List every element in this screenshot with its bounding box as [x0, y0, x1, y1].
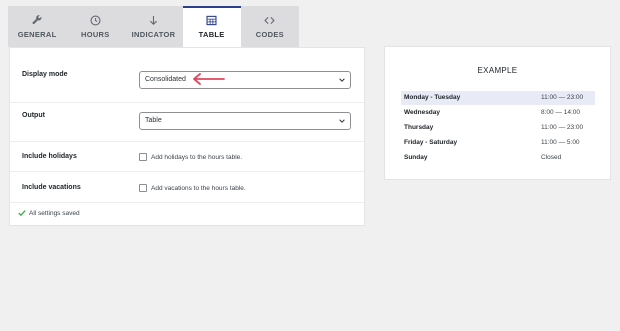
tab-general[interactable]: GENERAL [8, 6, 66, 47]
hours-day: Monday - Tuesday [404, 94, 461, 101]
hours-row: Sunday Closed [401, 151, 595, 165]
code-icon [264, 17, 276, 24]
hours-row: Thursday 11:00 — 23:00 [401, 121, 595, 135]
tab-label: INDICATOR [131, 30, 176, 39]
tab-label: TABLE [198, 30, 225, 39]
tab-table[interactable]: TABLE [182, 6, 241, 47]
include-vacations-option[interactable]: Add vacations to the hours table. [139, 184, 246, 192]
include-holidays-label: Include holidays [22, 153, 77, 160]
display-mode-value: Consolidated [145, 76, 186, 83]
settings-panel: Display mode Consolidated Output Table I… [9, 47, 365, 226]
hours-day: Friday - Saturday [404, 139, 458, 146]
output-select[interactable]: Table [139, 112, 351, 130]
include-vacations-checkbox[interactable] [139, 184, 147, 192]
save-status: All settings saved [18, 209, 80, 217]
output-label: Output [22, 112, 45, 119]
hours-time: Closed [541, 154, 562, 161]
clock-icon [90, 15, 101, 26]
hours-time: 11:00 — 23:00 [541, 124, 584, 131]
tab-label: CODES [255, 30, 284, 39]
hours-time: 11:00 — 5:00 [541, 139, 580, 146]
output-value: Table [145, 117, 162, 124]
hours-day: Wednesday [404, 109, 441, 116]
checkmark-icon [18, 210, 26, 217]
settings-tabs: GENERAL HOURS INDICATOR TABLE CODES [8, 6, 299, 47]
hours-day: Thursday [404, 124, 434, 131]
include-holidays-checkbox[interactable] [139, 153, 147, 161]
tab-hours[interactable]: HOURS [66, 6, 124, 47]
tab-codes[interactable]: CODES [241, 6, 299, 47]
include-holidays-option[interactable]: Add holidays to the hours table. [139, 153, 242, 161]
arrow-down-icon [149, 16, 157, 26]
chevron-down-icon [339, 78, 345, 82]
chevron-down-icon [339, 119, 345, 123]
hours-time: 8:00 — 14:00 [541, 109, 581, 116]
table-icon [206, 15, 217, 26]
hours-row: Monday - Tuesday 11:00 — 23:00 [401, 91, 595, 105]
include-vacations-row: Include vacations Add vacations to the h… [10, 172, 364, 203]
include-vacations-checkbox-label: Add vacations to the hours table. [151, 184, 246, 192]
tab-label: HOURS [80, 30, 110, 39]
tab-label: GENERAL [17, 30, 57, 39]
output-row: Output Table [10, 103, 364, 142]
annotation-arrow-icon [193, 73, 225, 85]
include-holidays-row: Include holidays Add holidays to the hou… [10, 142, 364, 172]
wrench-icon [32, 15, 42, 25]
example-title: EXAMPLE [477, 66, 518, 75]
include-vacations-label: Include vacations [22, 184, 81, 191]
include-holidays-checkbox-label: Add holidays to the hours table. [151, 153, 243, 161]
display-mode-label: Display mode [22, 71, 68, 78]
tab-indicator[interactable]: INDICATOR [124, 6, 182, 47]
save-status-text: All settings saved [29, 209, 80, 217]
hours-day: Sunday [404, 154, 428, 161]
hours-time: 11:00 — 23:00 [541, 94, 584, 101]
display-mode-select[interactable]: Consolidated [139, 71, 351, 89]
hours-row: Wednesday 8:00 — 14:00 [401, 106, 595, 120]
display-mode-row: Display mode Consolidated [10, 48, 364, 103]
example-preview: EXAMPLE Monday - Tuesday 11:00 — 23:00 W… [384, 46, 611, 180]
hours-row: Friday - Saturday 11:00 — 5:00 [401, 136, 595, 150]
